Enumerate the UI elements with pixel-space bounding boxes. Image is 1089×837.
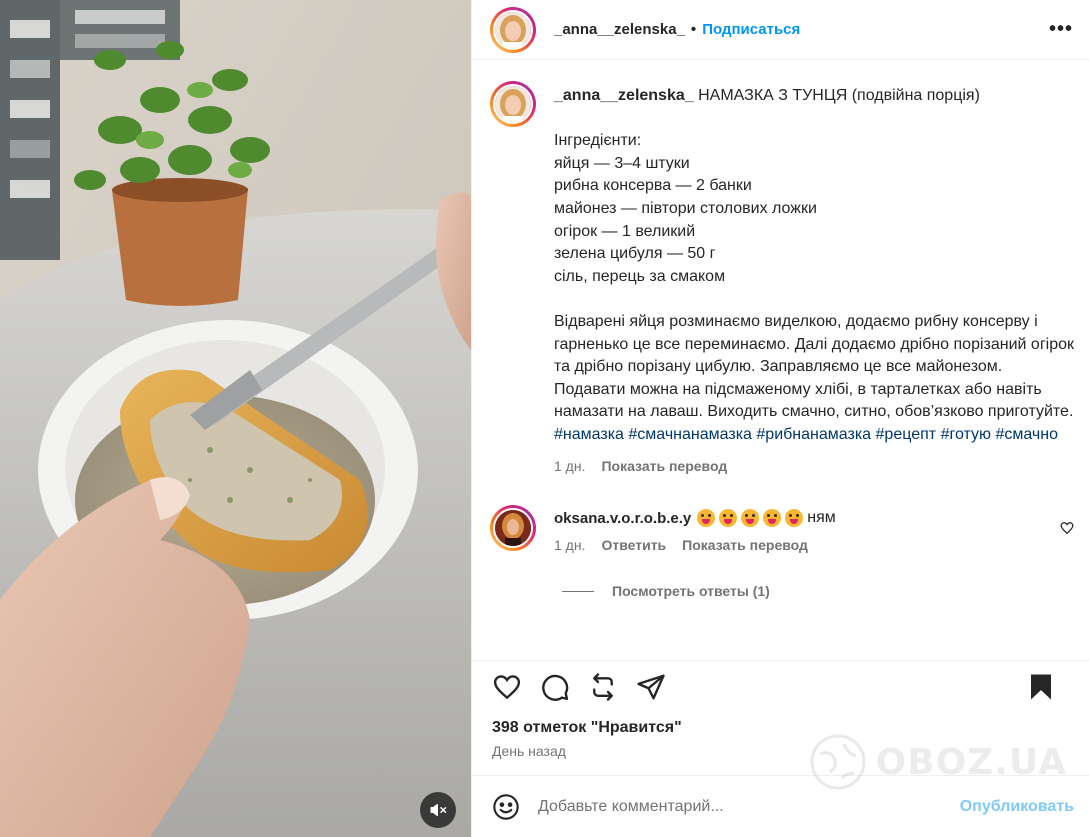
hashtag[interactable]: #рецепт (876, 426, 937, 443)
separator-dot: • (690, 21, 697, 38)
likes-count[interactable]: 398 отметок "Нравится" (492, 719, 1074, 737)
caption-meta: 1 дн. Показать перевод (554, 455, 1074, 478)
ingredient-line: майонез — півтори столових ложки (554, 199, 817, 217)
caption-title: НАМАЗКА З ТУНЦЯ (подвійна порція) (698, 87, 980, 104)
ingredient-line: зелена цибуля — 50 г (554, 245, 716, 263)
comment-icon (542, 674, 569, 701)
mute-button[interactable] (420, 792, 456, 828)
emoji-tongue-icon (697, 509, 716, 528)
emoji-tongue-icon (763, 509, 782, 528)
ingredient-line: рибна консерва — 2 банки (554, 177, 752, 195)
hashtag[interactable]: #готую (941, 426, 991, 443)
comments-section[interactable]: _anna__zelenska_ НАМАЗКА З ТУНЦЯ (подвій… (472, 61, 1089, 659)
follow-button[interactable]: Подписаться (702, 21, 800, 38)
comment-body: oksana.v.o.r.o.b.e.y ням 1 дн. Ответить … (554, 505, 1074, 553)
action-bar: 398 отметок "Нравится" День назад (472, 660, 1089, 759)
avatar-image (495, 11, 531, 48)
food-photo (0, 0, 471, 837)
comment-like-icon[interactable] (1060, 521, 1074, 539)
comment-translate-button[interactable]: Показать перевод (682, 537, 808, 553)
ingredient-line: сіль, перець за смаком (554, 267, 726, 285)
ingredient-line: огірок — 1 великий (554, 222, 696, 240)
post-time-ago[interactable]: День назад (492, 743, 1074, 759)
caption-time[interactable]: 1 дн. (554, 455, 585, 478)
caption-translate-button[interactable]: Показать перевод (601, 455, 727, 478)
comment-username[interactable]: oksana.v.o.r.o.b.e.y (554, 510, 691, 527)
post-caption: _anna__zelenska_ НАМАЗКА З ТУНЦЯ (подвій… (490, 81, 1074, 477)
heart-icon (493, 675, 521, 700)
comment-time[interactable]: 1 дн. (554, 537, 585, 553)
hashtag[interactable]: #рибнанамазка (756, 426, 871, 443)
emoji-icon (493, 793, 519, 820)
emoji-tongue-icon (719, 509, 738, 528)
commenter-avatar[interactable] (490, 505, 536, 552)
comment-item: oksana.v.o.r.o.b.e.y ням 1 дн. Ответить … (490, 505, 1074, 553)
share-button[interactable] (636, 672, 666, 702)
emoji-picker-button[interactable] (492, 793, 520, 821)
ingredients-heading: Інгредієнти: (554, 132, 642, 150)
emoji-tongue-icon (785, 509, 804, 528)
hashtag[interactable]: #смачно (995, 426, 1058, 443)
view-replies-label: Посмотреть ответы (1) (612, 583, 770, 600)
caption-body: _anna__zelenska_ НАМАЗКА З ТУНЦЯ (подвій… (554, 81, 1074, 477)
comment-input[interactable] (538, 797, 960, 816)
comment-meta: 1 дн. Ответить Показать перевод (554, 537, 1074, 553)
post-media[interactable] (0, 0, 471, 837)
mute-icon (430, 804, 447, 816)
more-options-icon[interactable]: ••• (1049, 18, 1073, 41)
share-icon (637, 674, 665, 700)
caption-username[interactable]: _anna__zelenska_ (554, 87, 694, 104)
view-replies-button[interactable]: Посмотреть ответы (1) (562, 583, 1074, 599)
like-button[interactable] (492, 672, 522, 702)
avatar-image (495, 510, 531, 547)
comment-button[interactable] (540, 672, 570, 702)
post-sidebar: _anna__zelenska_ • Подписаться ••• _anna… (471, 0, 1089, 837)
avatar[interactable] (490, 6, 536, 53)
repost-icon (593, 673, 613, 701)
post-header: _anna__zelenska_ • Подписаться ••• (472, 0, 1089, 60)
replies-divider (562, 590, 594, 592)
reply-button[interactable]: Ответить (601, 537, 666, 553)
avatar-image (495, 86, 531, 122)
ingredient-line: яйця — 3–4 штуки (554, 154, 690, 172)
caption-avatar[interactable] (490, 81, 536, 127)
instructions-paragraph: Відварені яйця розминаємо виделкою, дода… (554, 312, 1075, 376)
hashtag[interactable]: #смачнанамазка (628, 426, 752, 443)
bookmark-icon (1031, 674, 1051, 700)
repost-button[interactable] (588, 672, 618, 702)
hashtag[interactable]: #намазка (554, 426, 624, 443)
emoji-tongue-icon (741, 509, 760, 528)
header-username[interactable]: _anna__zelenska_ (554, 21, 685, 38)
instagram-post-window: _anna__zelenska_ • Подписаться ••• _anna… (0, 0, 1089, 837)
serving-paragraph: Подавати можна на підсмаженому хлібі, в … (554, 380, 1074, 421)
publish-button[interactable]: Опубликовать (960, 798, 1074, 816)
add-comment-bar: Опубликовать (472, 775, 1089, 837)
save-button[interactable] (1026, 672, 1056, 702)
comment-text: ням (807, 509, 836, 527)
